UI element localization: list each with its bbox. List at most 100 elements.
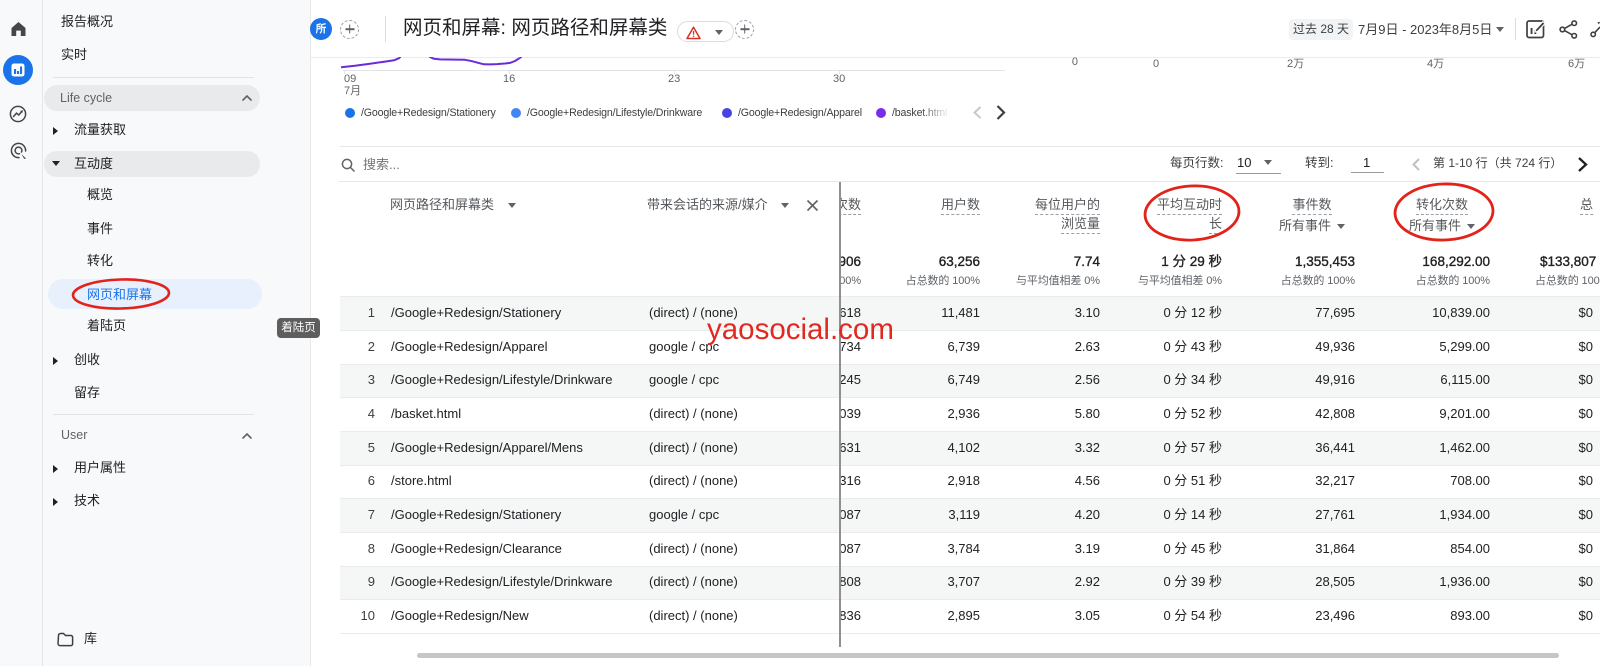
table-row[interactable]: 2 /Google+Redesign/Apparel google / cpc … (340, 330, 1600, 364)
cell-users: 2,918 (947, 473, 980, 489)
warning-icon (686, 26, 701, 40)
sidebar-section-life-cycle[interactable]: Life cycle (44, 85, 260, 111)
sidebar-item-events[interactable]: 事件 (87, 221, 113, 237)
cell-views-per-user: 3.10 (1075, 305, 1100, 321)
sidebar-item-reports-snapshot[interactable]: 报告概况 (61, 14, 113, 30)
remove-dimension-icon[interactable] (806, 199, 819, 212)
chevron-down-icon[interactable] (1496, 27, 1504, 32)
chevron-down-icon (715, 30, 723, 35)
cell-page-path: /Google+Redesign/Stationery (391, 507, 561, 523)
sidebar-item-retention[interactable]: 留存 (74, 385, 100, 401)
table-row[interactable]: 10 /Google+Redesign/New (direct) / (none… (340, 599, 1600, 633)
legend-next-icon[interactable] (994, 104, 1007, 121)
cell-users: 4,102 (947, 440, 980, 456)
pinned-column-divider[interactable] (839, 182, 841, 647)
horizontal-scrollbar-thumb[interactable] (417, 653, 1559, 658)
cell-event-count: 36,441 (1315, 440, 1355, 456)
cell-event-count: 23,496 (1315, 608, 1355, 624)
search-icon (341, 158, 356, 173)
table-row[interactable]: 6 /store.html (direct) / (none) 316 2,91… (340, 465, 1600, 499)
sidebar-item-landing-page[interactable]: 着陆页 (87, 318, 126, 334)
share-icon[interactable] (1559, 20, 1578, 39)
add-comparison-button[interactable] (340, 20, 359, 39)
customize-report-icon[interactable] (1526, 19, 1547, 39)
legend-prev-icon[interactable] (971, 105, 984, 120)
add-metric-button[interactable] (735, 20, 754, 39)
cell-conversions: 10,839.00 (1432, 305, 1490, 321)
cell-page-path: /store.html (391, 473, 452, 489)
cell-views: 039 (839, 406, 861, 422)
goto-page-value: 1 (1363, 155, 1370, 171)
bar-axis-label: 0 (1153, 58, 1159, 71)
metric-header-views[interactable]: 浏览次数 (840, 197, 861, 215)
comparison-chip-all-users[interactable]: 所 (310, 18, 332, 40)
metric-header-label: 浏览量 (1061, 216, 1100, 234)
table-row[interactable]: 1 /Google+Redesign/Stationery (direct) /… (340, 296, 1600, 330)
expand-arrow-icon (53, 498, 58, 506)
chevron-up-icon (241, 93, 253, 103)
advertising-icon[interactable] (9, 141, 29, 161)
section-label: User (61, 428, 87, 443)
sidebar-item-realtime[interactable]: 实时 (61, 47, 87, 63)
cell-page-path: /Google+Redesign/Clearance (391, 541, 562, 557)
row-number: 2 (368, 339, 375, 355)
annotation-ellipse-pages-and-screens (60, 272, 185, 317)
insights-icon-partial[interactable] (1589, 19, 1600, 40)
total-views-per-user: 7.74 (1074, 254, 1100, 270)
metric-header-event-count[interactable]: 事件数 所有事件 (1279, 197, 1345, 234)
metric-header-users[interactable]: 用户数 (941, 197, 980, 215)
x-tick-label: 16 (503, 73, 515, 86)
sidebar-item-engagement[interactable]: 互动度 (44, 151, 260, 177)
prev-page-icon[interactable] (1410, 157, 1422, 172)
table-row[interactable]: 8 /Google+Redesign/Clearance (direct) / … (340, 532, 1600, 566)
cell-views-per-user: 4.56 (1075, 473, 1100, 489)
date-range-text[interactable]: 7月9日 - 2023年8月5日 (1358, 19, 1492, 40)
cell-session-source: (direct) / (none) (649, 440, 738, 456)
cell-avg-engagement-time: 0 分 54 秒 (1163, 608, 1222, 624)
rows-per-page-label: 每页行数: (1170, 156, 1223, 171)
legend-dot (722, 108, 732, 118)
cell-views: 808 (839, 574, 861, 590)
row-number: 9 (368, 574, 375, 590)
cell-event-count: 27,761 (1315, 507, 1355, 523)
home-icon[interactable] (10, 21, 27, 37)
cell-views: 316 (839, 473, 861, 489)
rail-border (42, 0, 43, 666)
section-divider (340, 146, 1600, 147)
header-divider (1515, 18, 1516, 40)
cell-views: 087 (839, 541, 861, 557)
cell-revenue: $0 (1579, 440, 1593, 456)
search-input[interactable]: 搜索... (363, 157, 400, 173)
metric-header-label: 事件数 (1292, 197, 1331, 215)
cell-page-path: /basket.html (391, 406, 461, 422)
cell-views: 087 (839, 507, 861, 523)
table-row[interactable]: 7 /Google+Redesign/Stationery google / c… (340, 498, 1600, 532)
table-row[interactable]: 9 /Google+Redesign/Lifestyle/Drinkware (… (340, 566, 1600, 600)
event-scope-select[interactable]: 所有事件 (1279, 218, 1345, 234)
cell-event-count: 28,505 (1315, 574, 1355, 590)
table-row[interactable]: 5 /Google+Redesign/Apparel/Mens (direct)… (340, 431, 1600, 465)
total-conversions-subnote: 占总数的 100% (1416, 274, 1490, 288)
watermark: yaosocial.com (707, 313, 894, 346)
sidebar-item-conversions[interactable]: 转化 (87, 253, 113, 269)
total-views-per-user-subnote: 与平均值相差 0% (1016, 274, 1100, 288)
total-revenue-subnote: 占总数的 100% (1535, 274, 1600, 288)
date-range-preset-chip[interactable]: 过去 28 天 (1289, 19, 1353, 40)
cell-revenue: $0 (1579, 305, 1593, 321)
total-users: 63,256 (939, 254, 980, 270)
x-month-label: 7月 (344, 85, 361, 98)
data-quality-warning-chip[interactable] (677, 21, 734, 42)
metric-header-revenue[interactable]: 总收入 (1580, 197, 1594, 217)
explore-icon[interactable] (9, 105, 27, 123)
expand-arrow-icon (53, 357, 58, 365)
expand-arrow-icon (53, 127, 58, 135)
cell-avg-engagement-time: 0 分 57 秒 (1163, 440, 1222, 456)
goto-page-label: 转到: (1305, 156, 1333, 171)
cell-conversions: 708.00 (1450, 473, 1490, 489)
table-row[interactable]: 4 /basket.html (direct) / (none) 039 2,9… (340, 397, 1600, 431)
table-row[interactable]: 3 /Google+Redesign/Lifestyle/Drinkware g… (340, 364, 1600, 398)
header-divider (385, 16, 386, 42)
sidebar-item-overview[interactable]: 概览 (87, 187, 113, 203)
next-page-icon[interactable] (1575, 156, 1589, 173)
reports-icon-active[interactable] (3, 55, 33, 85)
